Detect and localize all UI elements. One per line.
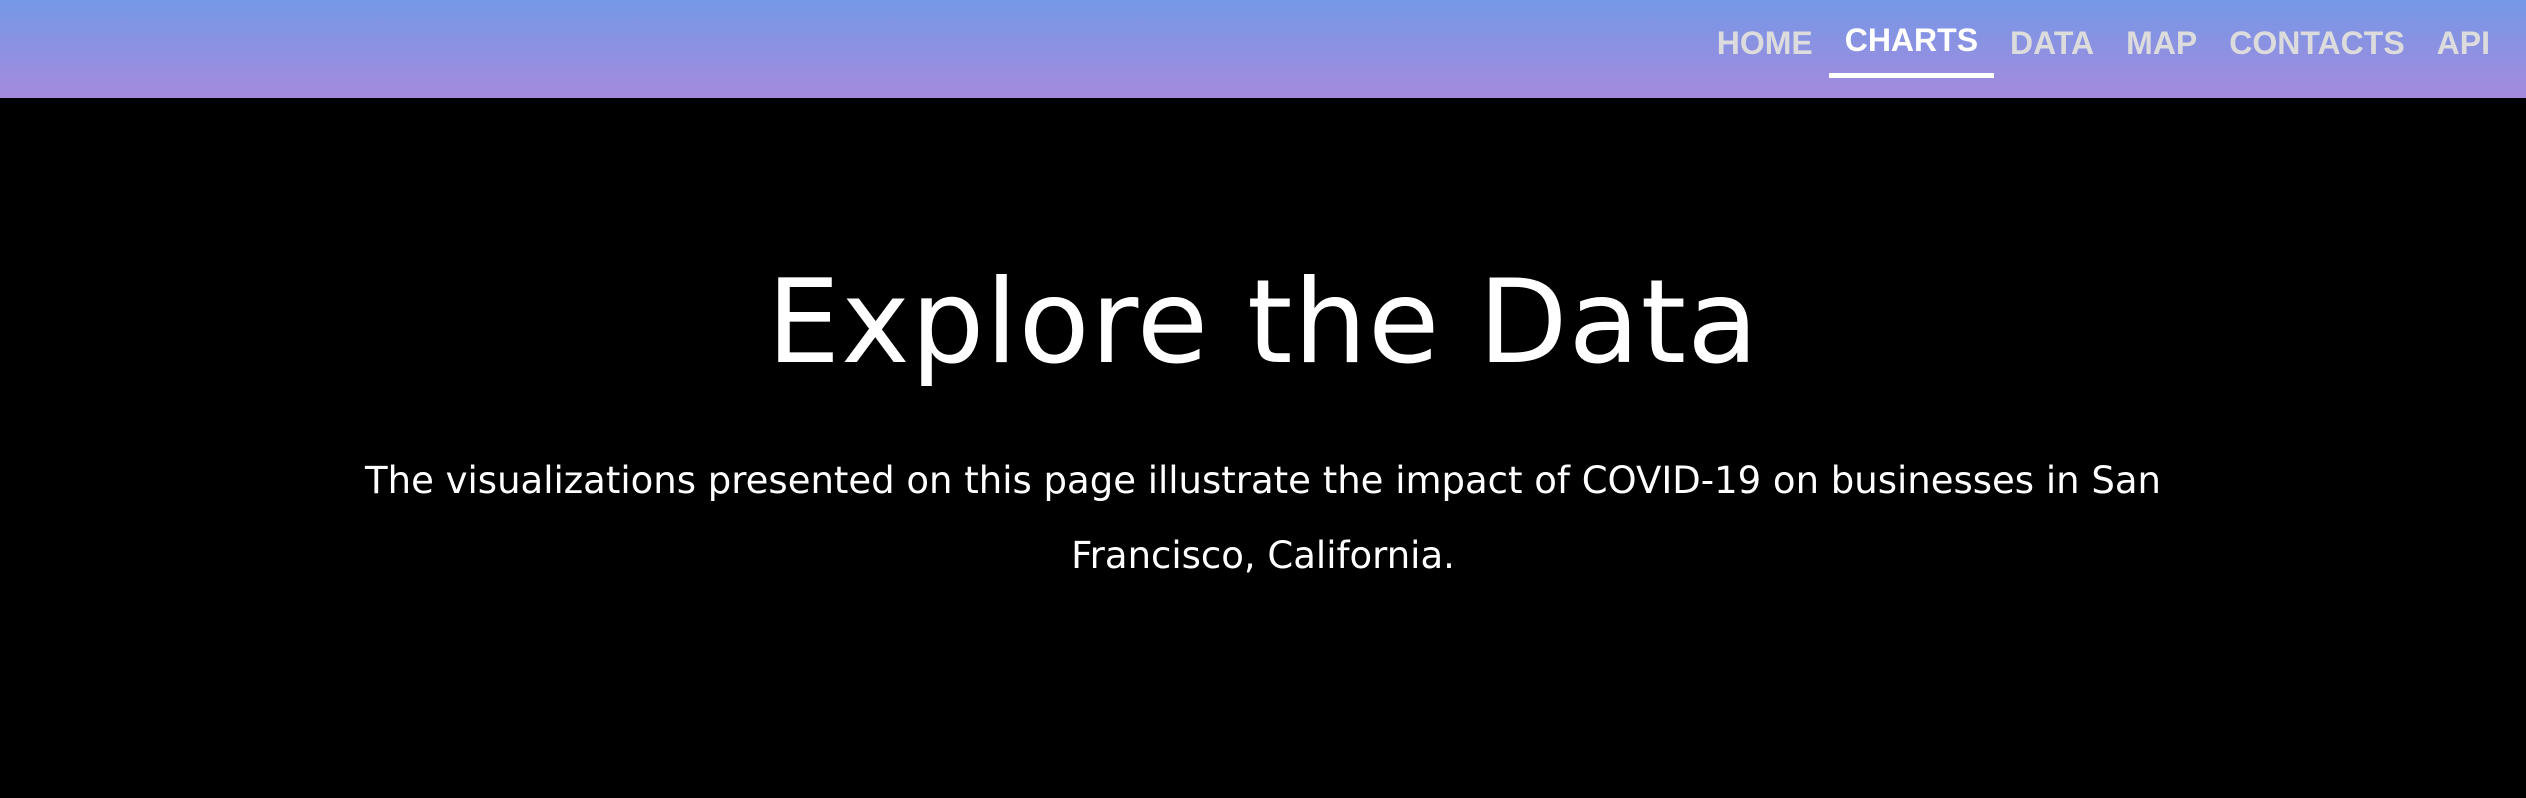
nav-menu: HOME CHARTS DATA MAP CONTACTS API <box>1701 0 2506 98</box>
top-navbar: HOME CHARTS DATA MAP CONTACTS API <box>0 0 2526 98</box>
nav-item-label: HOME <box>1716 25 1813 61</box>
nav-item-contacts[interactable]: CONTACTS <box>2213 0 2420 98</box>
nav-item-api[interactable]: API <box>2421 0 2506 98</box>
nav-item-label: API <box>2436 25 2490 61</box>
nav-item-charts[interactable]: CHARTS <box>1828 0 1995 98</box>
nav-item-label: MAP <box>2126 25 2198 61</box>
nav-item-data[interactable]: DATA <box>1994 0 2110 98</box>
nav-item-home[interactable]: HOME <box>1701 0 1829 98</box>
nav-item-label: CONTACTS <box>2229 25 2405 61</box>
nav-item-map[interactable]: MAP <box>2110 0 2213 98</box>
nav-item-label: DATA <box>2010 25 2095 61</box>
nav-item-label: CHARTS <box>1844 22 1979 58</box>
page-title: Explore the Data <box>766 255 1760 390</box>
page-description: The visualizations presented on this pag… <box>365 459 2161 577</box>
hero-section: Explore the Data The visualizations pres… <box>0 98 2526 798</box>
